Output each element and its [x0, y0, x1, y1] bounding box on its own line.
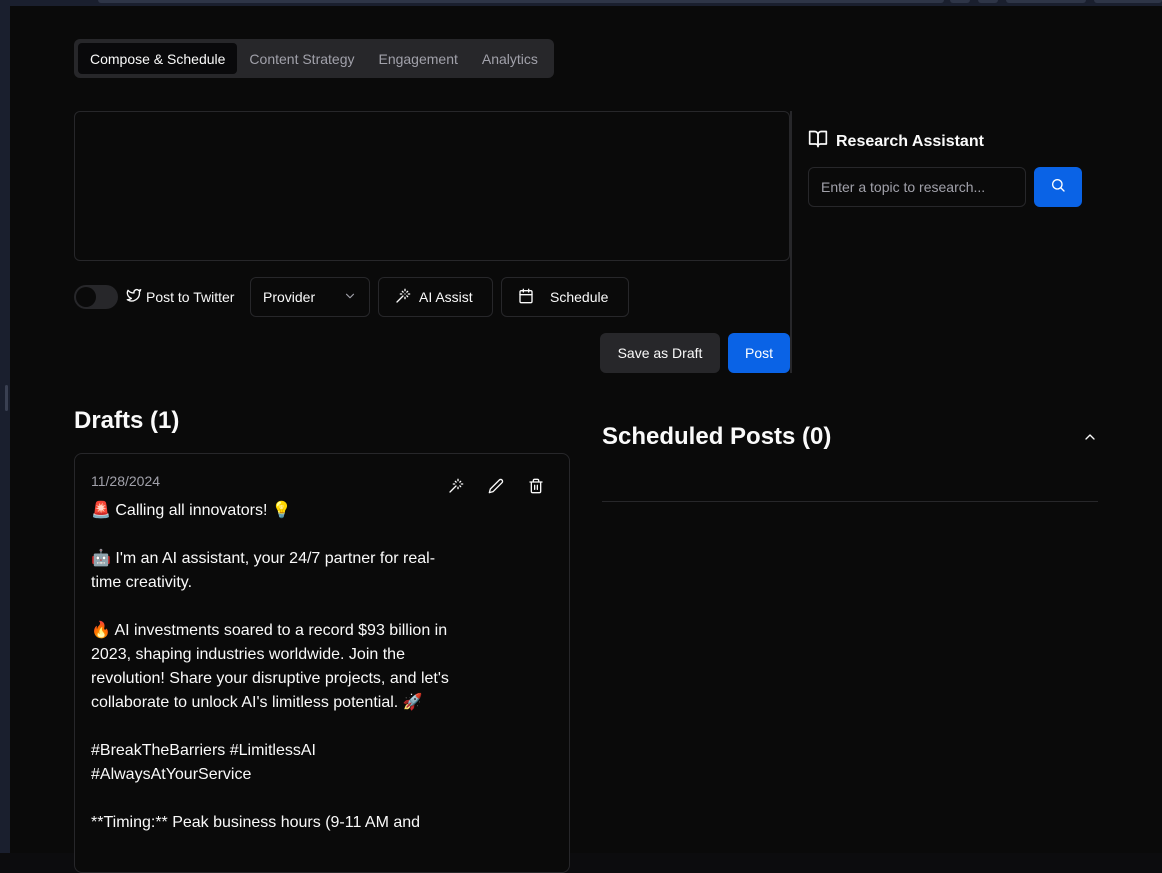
search-icon: [1050, 177, 1066, 198]
magic-wand-icon: [395, 288, 411, 307]
address-bar-edge: [98, 0, 944, 3]
post-textarea[interactable]: [75, 112, 789, 260]
ai-assist-label: AI Assist: [419, 289, 473, 305]
schedule-button[interactable]: Schedule: [501, 277, 629, 317]
edit-pencil-icon[interactable]: [487, 477, 505, 495]
ai-assist-button[interactable]: AI Assist: [378, 277, 493, 317]
book-open-icon: [808, 129, 828, 154]
scheduled-divider: [602, 501, 1098, 502]
post-composer: [74, 111, 790, 261]
research-assistant-title: Research Assistant: [808, 129, 984, 154]
tab-bar: Compose & Schedule Content Strategy Enga…: [74, 39, 554, 78]
twitter-icon: [126, 287, 142, 306]
toolbar-button-edge: [1094, 0, 1162, 3]
calendar-icon: [518, 288, 534, 307]
post-button[interactable]: Post: [728, 333, 790, 373]
ai-enhance-icon[interactable]: [447, 477, 465, 495]
research-topic-input[interactable]: [808, 167, 1026, 207]
post-to-twitter-text: Post to Twitter: [146, 288, 235, 305]
post-to-twitter-label: Post to Twitter: [126, 287, 234, 306]
tab-analytics[interactable]: Analytics: [470, 43, 550, 74]
research-search-button[interactable]: [1034, 167, 1082, 207]
resize-handle[interactable]: [5, 385, 8, 411]
toolbar-button-edge: [978, 0, 998, 3]
tab-compose-schedule[interactable]: Compose & Schedule: [78, 43, 238, 74]
draft-date: 11/28/2024: [91, 473, 161, 489]
browser-top-bar: [0, 0, 1162, 6]
trash-icon[interactable]: [527, 477, 545, 495]
draft-actions: [447, 477, 545, 495]
provider-select-value: Provider: [263, 289, 316, 305]
toolbar-button-edge: [1006, 0, 1086, 3]
draft-card: 11/28/2024 🚨 Calling all innovators! 💡 🤖…: [74, 453, 570, 873]
chevron-down-icon: [343, 289, 357, 306]
tab-content-strategy[interactable]: Content Strategy: [237, 43, 366, 74]
drafts-heading: Drafts (1): [74, 407, 180, 434]
schedule-label: Schedule: [550, 289, 609, 305]
scheduled-posts-heading: Scheduled Posts (0): [602, 423, 832, 450]
research-assistant-label: Research Assistant: [836, 132, 984, 150]
toolbar-button-edge: [950, 0, 970, 3]
tab-engagement[interactable]: Engagement: [366, 43, 469, 74]
column-divider: [790, 111, 792, 373]
chevron-up-icon[interactable]: [1082, 429, 1098, 445]
toggle-knob: [76, 287, 96, 307]
composer-controls: Post to Twitter Provider AI Assist Sched…: [74, 277, 674, 317]
post-to-twitter-toggle[interactable]: [74, 285, 118, 309]
draft-body: 🚨 Calling all innovators! 💡 🤖 I'm an AI …: [91, 502, 449, 831]
save-draft-button[interactable]: Save as Draft: [600, 333, 720, 373]
provider-select[interactable]: Provider: [250, 277, 370, 317]
